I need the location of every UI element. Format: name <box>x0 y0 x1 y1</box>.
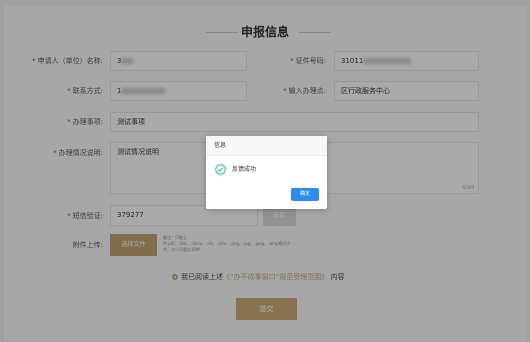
dialog-message: 反馈成功 <box>232 166 257 173</box>
check-circle-icon <box>215 164 226 175</box>
confirm-button[interactable]: 确定 <box>291 188 319 201</box>
info-dialog: 信息 反馈成功 确定 <box>206 136 327 209</box>
dialog-title: 信息 <box>206 136 327 156</box>
